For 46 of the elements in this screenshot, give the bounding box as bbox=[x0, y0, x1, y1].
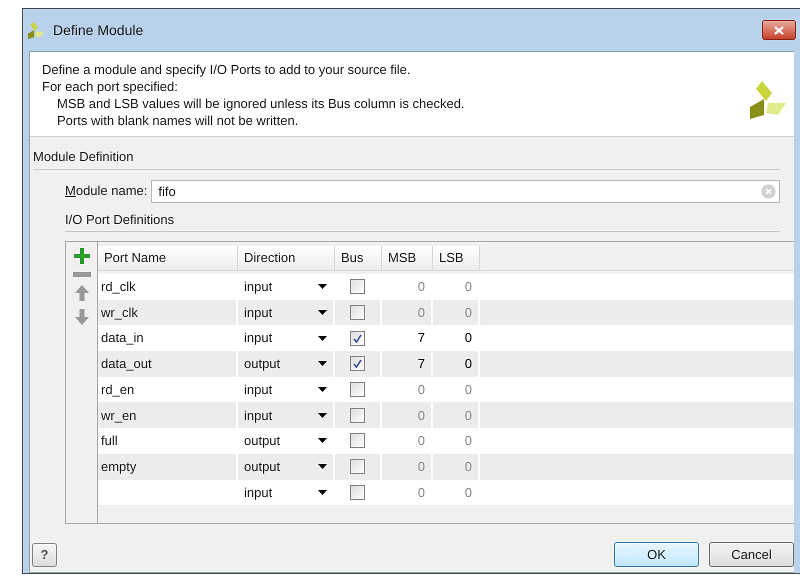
dropdown-caret-icon bbox=[318, 490, 327, 495]
dropdown-caret-icon bbox=[318, 412, 327, 418]
add-icon[interactable] bbox=[74, 248, 90, 264]
bus-checkbox[interactable] bbox=[350, 330, 365, 346]
direction-dropdown[interactable]: input bbox=[238, 480, 335, 506]
bus-checkbox[interactable] bbox=[350, 305, 365, 320]
dropdown-caret-icon bbox=[318, 387, 327, 392]
remove-icon[interactable] bbox=[72, 272, 90, 277]
cancel-button[interactable]: Cancel bbox=[709, 542, 794, 567]
section-heading: I/O Port Definitions bbox=[65, 210, 780, 232]
intro-text: Define a module and specify I/O Ports to add to your source file. bbox=[42, 61, 412, 78]
checkmark-icon bbox=[353, 359, 362, 368]
bus-checkbox[interactable] bbox=[350, 356, 365, 372]
close-icon bbox=[774, 26, 784, 34]
dropdown-caret-icon bbox=[318, 464, 327, 470]
bus-checkbox[interactable] bbox=[350, 484, 365, 500]
intro-text: For each port specified: bbox=[42, 78, 179, 95]
column-header[interactable]: Direction bbox=[238, 246, 335, 271]
dropdown-caret-icon bbox=[318, 361, 327, 366]
module-name-field[interactable]: fifo bbox=[151, 180, 780, 202]
help-button[interactable]: ? bbox=[32, 542, 57, 566]
section-heading: Module Definition bbox=[33, 147, 780, 170]
field-label: Module name: bbox=[65, 182, 148, 200]
ok-button[interactable]: OK bbox=[614, 542, 699, 567]
move-up-icon[interactable] bbox=[74, 285, 88, 301]
move-down-icon[interactable] bbox=[74, 309, 88, 325]
close-button[interactable] bbox=[762, 20, 796, 40]
dropdown-caret-icon bbox=[318, 336, 327, 341]
intro-text: MSB and LSB values will be ignored unless its Bus column is checked. bbox=[56, 95, 466, 112]
dropdown-caret-icon bbox=[318, 438, 327, 444]
intro-text: Ports with blank names will not be written. bbox=[56, 112, 300, 129]
dropdown-caret-icon bbox=[318, 310, 327, 316]
app-logo-icon bbox=[27, 21, 45, 39]
column-header[interactable]: LSB bbox=[433, 246, 480, 271]
bus-checkbox[interactable] bbox=[350, 433, 365, 448]
column-header[interactable]: Bus bbox=[335, 246, 382, 271]
bus-checkbox[interactable] bbox=[350, 382, 365, 398]
dropdown-caret-icon bbox=[318, 284, 327, 290]
column-header[interactable]: Port Name bbox=[98, 246, 238, 271]
column-header[interactable]: MSB bbox=[382, 246, 433, 271]
brand-logo-icon bbox=[748, 79, 788, 119]
bus-checkbox[interactable] bbox=[350, 408, 365, 423]
bus-checkbox[interactable] bbox=[350, 279, 365, 294]
window-title: Define Module bbox=[53, 20, 144, 40]
checkmark-icon bbox=[353, 334, 362, 343]
bus-checkbox[interactable] bbox=[350, 459, 365, 474]
